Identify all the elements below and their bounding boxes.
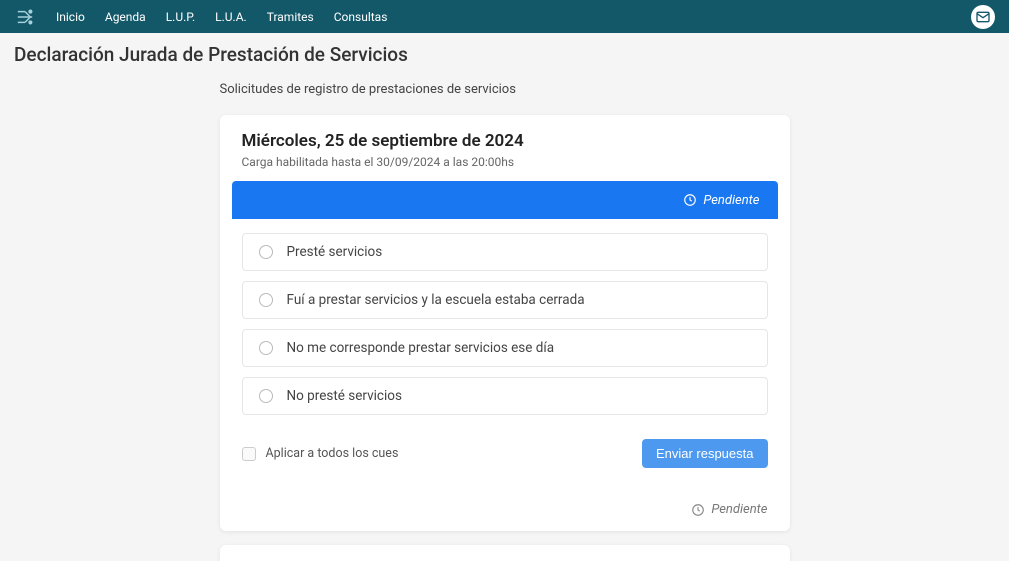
nav-lua[interactable]: L.U.A. xyxy=(215,10,247,24)
card-deadline: Carga habilitada hasta el 30/09/2024 a l… xyxy=(242,155,768,169)
radio-icon xyxy=(259,245,273,259)
nav-inicio[interactable]: Inicio xyxy=(56,10,85,24)
nav-lup[interactable]: L.U.P. xyxy=(166,10,195,24)
option-label: No me corresponde prestar servicios ese … xyxy=(287,340,555,356)
option-label: No presté servicios xyxy=(287,388,402,404)
nav-agenda[interactable]: Agenda xyxy=(105,10,146,24)
mail-icon xyxy=(975,9,991,25)
pending-label: Pendiente xyxy=(711,502,767,517)
status-bar[interactable]: Pendiente xyxy=(232,181,778,219)
checkbox-icon xyxy=(242,447,256,461)
options-list: Presté servicios Fuí a prestar servicios… xyxy=(220,219,790,429)
send-button[interactable]: Enviar respuesta xyxy=(642,439,768,468)
next-card-peek xyxy=(220,545,790,561)
option-preste[interactable]: Presté servicios xyxy=(242,233,768,271)
radio-icon xyxy=(259,341,273,355)
radio-icon xyxy=(259,389,273,403)
clock-icon xyxy=(683,193,697,207)
apply-all-checkbox[interactable]: Aplicar a todos los cues xyxy=(242,446,399,461)
apply-all-label: Aplicar a todos los cues xyxy=(266,446,399,461)
card-pending-row[interactable]: Pendiente xyxy=(220,488,790,531)
declaration-card: Miércoles, 25 de septiembre de 2024 Carg… xyxy=(220,115,790,531)
clock-icon xyxy=(691,503,705,517)
option-no-preste[interactable]: No presté servicios xyxy=(242,377,768,415)
option-label: Fuí a prestar servicios y la escuela est… xyxy=(287,292,585,308)
nav-consultas[interactable]: Consultas xyxy=(334,10,388,24)
radio-icon xyxy=(259,293,273,307)
mail-button[interactable] xyxy=(971,5,995,29)
nav-tramites[interactable]: Tramites xyxy=(267,10,314,24)
content: Solicitudes de registro de prestaciones … xyxy=(220,74,790,561)
card-header: Miércoles, 25 de septiembre de 2024 Carg… xyxy=(220,115,790,181)
status-label: Pendiente xyxy=(703,193,759,208)
navbar: Inicio Agenda L.U.P. L.U.A. Tramites Con… xyxy=(0,0,1009,33)
option-escuela-cerrada[interactable]: Fuí a prestar servicios y la escuela est… xyxy=(242,281,768,319)
option-label: Presté servicios xyxy=(287,244,383,260)
card-date: Miércoles, 25 de septiembre de 2024 xyxy=(242,131,768,151)
page-subtitle: Solicitudes de registro de prestaciones … xyxy=(220,82,790,97)
page-title: Declaración Jurada de Prestación de Serv… xyxy=(0,33,1009,74)
app-logo-icon[interactable] xyxy=(14,8,36,26)
card-footer: Aplicar a todos los cues Enviar respuest… xyxy=(220,429,790,488)
nav-left: Inicio Agenda L.U.P. L.U.A. Tramites Con… xyxy=(14,8,387,26)
option-no-corresponde[interactable]: No me corresponde prestar servicios ese … xyxy=(242,329,768,367)
